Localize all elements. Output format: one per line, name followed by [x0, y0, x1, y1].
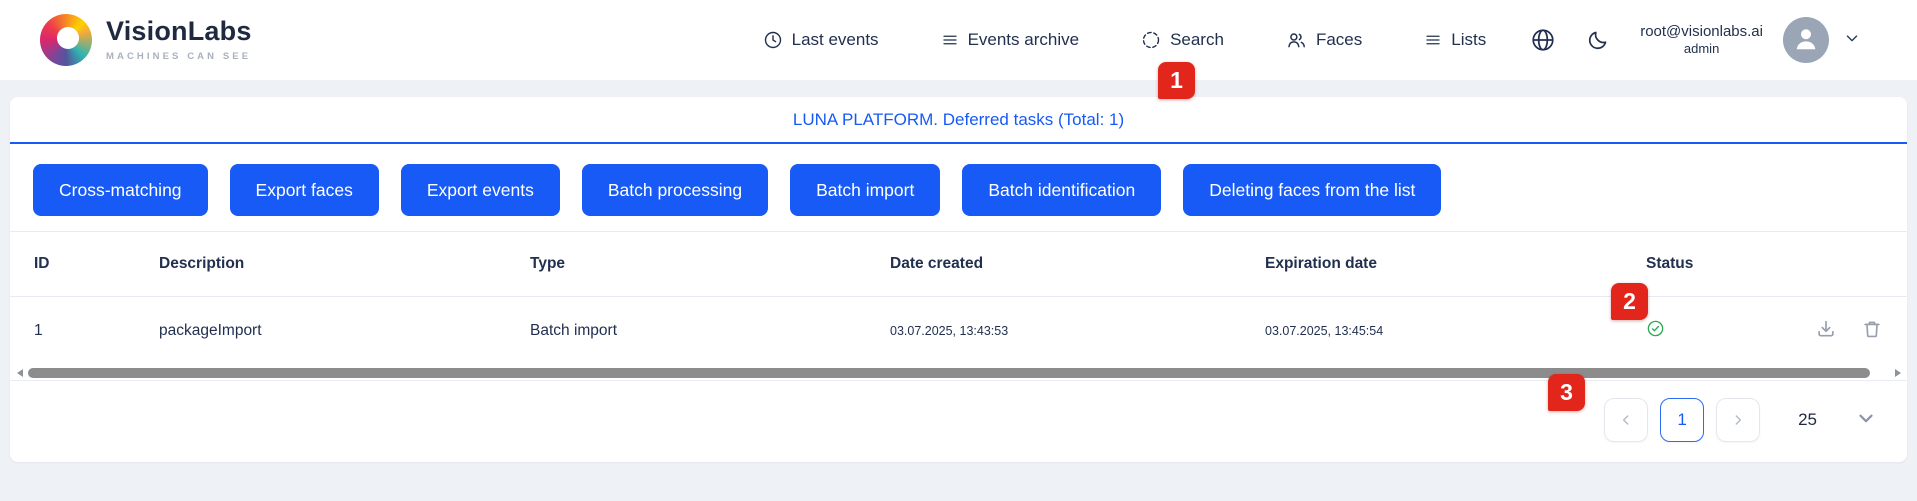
task-row-actions [1726, 318, 1883, 345]
account-email: root@visionlabs.ai [1640, 23, 1763, 41]
task-status [1646, 319, 1726, 343]
column-header-expiration-date: Expiration date [1265, 255, 1646, 273]
deleting-faces-from-list-button[interactable]: Deleting faces from the list [1183, 164, 1441, 216]
nav-label: Faces [1316, 30, 1362, 50]
column-header-description: Description [159, 255, 530, 273]
list-lines-icon [941, 31, 959, 49]
top-navigation-bar: VisionLabs MACHINES CAN SEE Last events … [0, 0, 1917, 80]
annotation-badge-2: 2 [1611, 283, 1648, 320]
export-events-button[interactable]: Export events [401, 164, 560, 216]
scan-search-icon [1141, 30, 1161, 50]
person-icon [1791, 23, 1821, 58]
current-page-button[interactable]: 1 [1660, 398, 1704, 442]
language-globe-icon[interactable] [1530, 27, 1556, 53]
horizontal-scrollbar [10, 365, 1907, 381]
visionlabs-logo-icon [40, 14, 92, 66]
cross-matching-button[interactable]: Cross-matching [33, 164, 208, 216]
task-type: Batch import [530, 322, 890, 340]
task-date-created: 03.07.2025, 13:43:53 [890, 324, 1265, 338]
nav-item-search[interactable]: Search [1141, 30, 1224, 50]
nav-item-lists[interactable]: Lists [1424, 30, 1486, 50]
column-header-status: Status [1646, 255, 1726, 273]
task-expiration-date: 03.07.2025, 13:45:54 [1265, 324, 1646, 338]
panel-title-bar: LUNA PLATFORM. Deferred tasks (Total: 1) [10, 97, 1907, 144]
scrollbar-right-arrow[interactable] [1895, 369, 1901, 377]
nav-item-events-archive[interactable]: Events archive [941, 30, 1080, 50]
clock-icon [763, 30, 783, 50]
main-nav: Last events Events archive Search Faces … [701, 17, 1861, 63]
task-id: 1 [34, 322, 159, 340]
logo-tagline: MACHINES CAN SEE [106, 51, 252, 62]
export-faces-button[interactable]: Export faces [230, 164, 379, 216]
batch-import-button[interactable]: Batch import [790, 164, 940, 216]
visionlabs-logo[interactable]: VisionLabs MACHINES CAN SEE [40, 14, 252, 66]
batch-identification-button[interactable]: Batch identification [962, 164, 1161, 216]
status-success-icon [1646, 319, 1665, 343]
trash-icon[interactable] [1861, 318, 1883, 345]
next-page-button[interactable] [1716, 398, 1760, 442]
deferred-tasks-panel: LUNA PLATFORM. Deferred tasks (Total: 1)… [10, 97, 1907, 462]
account-info[interactable]: root@visionlabs.ai admin [1640, 23, 1763, 57]
dark-mode-moon-icon[interactable] [1586, 28, 1610, 52]
pagination: 1 25 [10, 381, 1907, 442]
download-icon[interactable] [1815, 318, 1837, 345]
previous-page-button[interactable] [1604, 398, 1648, 442]
page-size-value: 25 [1798, 410, 1817, 430]
nav-label: Lists [1451, 30, 1486, 50]
account-role: admin [1640, 41, 1763, 57]
nav-label: Search [1170, 30, 1224, 50]
page-size-selector[interactable]: 25 [1798, 407, 1877, 434]
annotation-badge-3: 3 [1548, 374, 1585, 411]
nav-item-faces[interactable]: Faces [1286, 30, 1362, 51]
scrollbar-thumb[interactable] [28, 368, 1870, 378]
column-header-id: ID [34, 255, 159, 273]
user-avatar[interactable] [1783, 17, 1829, 63]
chevron-down-icon [1855, 407, 1877, 434]
account-chevron-down-icon[interactable] [1843, 29, 1861, 52]
task-actions-toolbar: Cross-matching Export faces Export event… [10, 144, 1907, 216]
people-icon [1286, 30, 1307, 51]
logo-title: VisionLabs [106, 18, 252, 45]
page-title: LUNA PLATFORM. Deferred tasks (Total: 1) [793, 110, 1124, 130]
column-header-type: Type [530, 255, 890, 273]
batch-processing-button[interactable]: Batch processing [582, 164, 768, 216]
column-header-date-created: Date created [890, 255, 1265, 273]
scrollbar-left-arrow[interactable] [17, 369, 23, 377]
task-description: packageImport [159, 322, 530, 340]
nav-label: Last events [792, 30, 879, 50]
list-lines-icon [1424, 31, 1442, 49]
nav-item-last-events[interactable]: Last events [763, 30, 879, 50]
annotation-badge-1: 1 [1158, 62, 1195, 99]
nav-label: Events archive [968, 30, 1080, 50]
